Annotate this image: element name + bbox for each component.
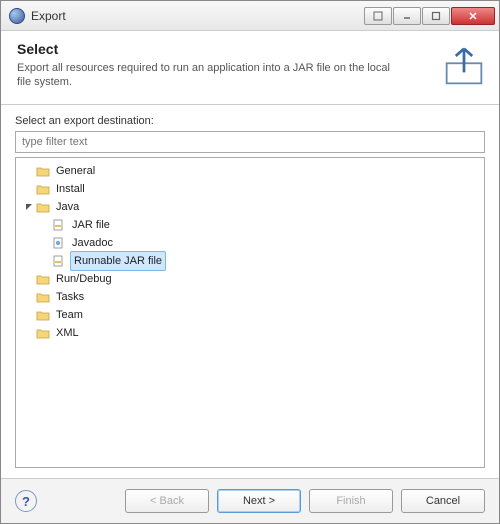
- export-icon: [443, 45, 485, 87]
- tree-item[interactable]: Java: [22, 198, 482, 216]
- minimize-button[interactable]: [393, 7, 421, 25]
- tree-item-label: XML: [54, 324, 81, 342]
- tree-item[interactable]: Run/Debug: [22, 270, 482, 288]
- cancel-button[interactable]: Cancel: [401, 489, 485, 513]
- page-title: Select: [17, 41, 483, 57]
- next-button[interactable]: Next >: [217, 489, 301, 513]
- folder-open-icon: [36, 201, 50, 213]
- tree-item-label: General: [54, 162, 97, 180]
- tree-item-label: Java: [54, 198, 81, 216]
- help-button[interactable]: ?: [15, 490, 37, 512]
- folder-icon: [36, 273, 50, 285]
- wizard-header: Select Export all resources required to …: [1, 31, 499, 105]
- tree-item[interactable]: Runnable JAR file: [38, 252, 482, 270]
- tree-item[interactable]: Tasks: [22, 288, 482, 306]
- maximize-button[interactable]: [422, 7, 450, 25]
- back-button[interactable]: < Back: [125, 489, 209, 513]
- tree-item-label: Install: [54, 180, 87, 198]
- folder-icon: [36, 327, 50, 339]
- tree-item[interactable]: General: [22, 162, 482, 180]
- eclipse-icon: [9, 8, 25, 24]
- button-bar: ? < Back Next > Finish Cancel: [1, 478, 499, 523]
- tree-item[interactable]: JAR file: [38, 216, 482, 234]
- tree-item-label: JAR file: [70, 216, 112, 234]
- jar-run-icon: [52, 255, 66, 267]
- finish-button[interactable]: Finish: [309, 489, 393, 513]
- secondary-button[interactable]: [364, 7, 392, 25]
- titlebar: Export: [1, 1, 499, 31]
- tree-item-label: Team: [54, 306, 85, 324]
- javadoc-icon: [52, 237, 66, 249]
- filter-input[interactable]: [15, 131, 485, 153]
- tree-item[interactable]: Javadoc: [38, 234, 482, 252]
- tree-item[interactable]: Team: [22, 306, 482, 324]
- tree-item-label: Tasks: [54, 288, 86, 306]
- window-title: Export: [31, 9, 363, 23]
- destination-tree[interactable]: GeneralInstallJavaJAR fileJavadocRunnabl…: [15, 157, 485, 468]
- tree-item[interactable]: XML: [22, 324, 482, 342]
- folder-icon: [36, 291, 50, 303]
- tree-item-label: Runnable JAR file: [70, 251, 166, 271]
- tree-item-label: Javadoc: [70, 234, 115, 252]
- close-button[interactable]: [451, 7, 495, 25]
- chevron-down-icon[interactable]: [24, 202, 34, 212]
- destination-label: Select an export destination:: [15, 115, 485, 127]
- tree-item[interactable]: Install: [22, 180, 482, 198]
- tree-item-label: Run/Debug: [54, 270, 114, 288]
- jar-icon: [52, 219, 66, 231]
- folder-icon: [36, 165, 50, 177]
- page-subtitle: Export all resources required to run an …: [17, 61, 397, 90]
- folder-icon: [36, 309, 50, 321]
- folder-icon: [36, 183, 50, 195]
